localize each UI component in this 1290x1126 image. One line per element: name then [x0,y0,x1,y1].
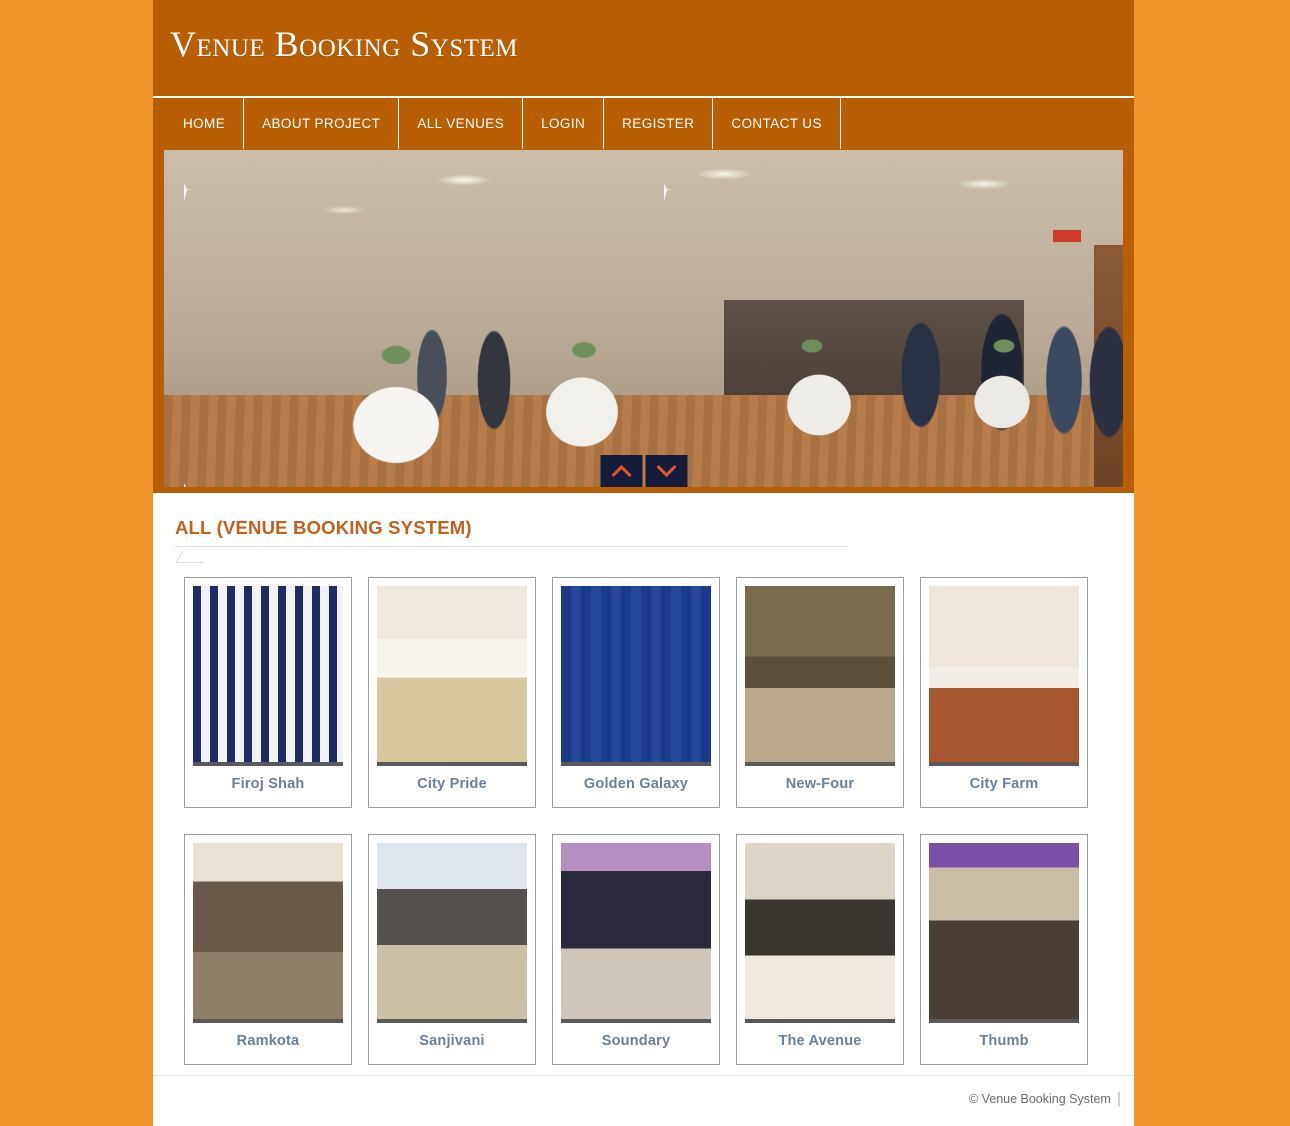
venue-thumbnail [193,843,343,1023]
venue-image [745,843,895,1019]
venue-image [929,843,1079,1019]
venue-card[interactable]: City Farm [920,577,1088,808]
venue-thumbnail [561,843,711,1023]
venue-card[interactable]: Sanjivani [368,834,536,1065]
venue-card[interactable]: Ramkota [184,834,352,1065]
venue-thumbnail [929,586,1079,766]
chevron-down-icon [656,465,676,477]
venue-thumbnail [561,586,711,766]
venue-image [561,586,711,762]
page-container: Venue Booking System HOME ABOUT PROJECT AL… [153,0,1134,1126]
venue-image [377,843,527,1019]
venue-name: Firoj Shah [231,776,305,792]
footer-copyright: © Venue Booking System [968,1092,1111,1106]
venue-name: The Avenue [778,1033,862,1049]
venue-name: Sanjivani [419,1033,485,1049]
hero-slide-image [164,150,1123,487]
venue-name: City Farm [969,776,1039,792]
venue-thumbnail [377,586,527,766]
venue-card[interactable]: The Avenue [736,834,904,1065]
section-notch [175,551,211,563]
nav-register[interactable]: REGISTER [603,98,712,149]
nav-about-project[interactable]: ABOUT PROJECT [243,98,398,149]
chevron-up-icon [611,465,631,477]
nav-home[interactable]: HOME [165,98,243,149]
carousel-next-button[interactable] [645,455,687,487]
venue-name: Soundary [601,1033,671,1049]
venue-thumbnail [745,843,895,1023]
venue-image [193,586,343,762]
carousel-prev-button[interactable] [600,455,642,487]
main-navigation: HOME ABOUT PROJECT ALL VENUES LOGIN REGISTER… [153,96,1134,149]
nav-contact-us[interactable]: CONTACT US [712,98,840,149]
nav-login[interactable]: LOGIN [522,98,603,149]
hero-carousel[interactable] [164,150,1123,487]
venue-card[interactable]: City Pride [368,577,536,808]
venue-thumbnail [745,586,895,766]
venue-image [929,586,1079,762]
footer-separator: | [1116,1090,1121,1107]
venue-name: Ramkota [236,1033,300,1049]
site-footer: © Venue Booking System | [153,1075,1134,1126]
venue-thumbnail [929,843,1079,1023]
hero-carousel-wrapper [153,149,1134,493]
venue-grid: Firoj Shah City Pride Golden Galaxy New-Fou… [175,577,1112,1065]
venue-card[interactable]: Soundary [552,834,720,1065]
venue-image [377,586,527,762]
carousel-controls [600,455,687,487]
venue-name: Thumb [979,1033,1029,1049]
page-title: Venue Booking System [170,24,519,64]
venue-image [745,586,895,762]
venue-name: Golden Galaxy [583,776,689,792]
nav-all-venues[interactable]: ALL VENUES [398,98,522,149]
site-header: Venue Booking System [153,0,1134,96]
venue-thumbnail [193,586,343,766]
venue-card[interactable]: New-Four [736,577,904,808]
venue-card[interactable]: Firoj Shah [184,577,352,808]
venue-name: New-Four [785,776,855,792]
section-title: ALL (VENUE BOOKING SYSTEM) [175,517,472,538]
section-divider [175,546,848,547]
section-header: ALL (VENUE BOOKING SYSTEM) [175,517,1112,563]
venue-image [561,843,711,1019]
venue-thumbnail [377,843,527,1023]
venue-card[interactable]: Thumb [920,834,1088,1065]
nav-items-container: HOME ABOUT PROJECT ALL VENUES LOGIN REGISTER… [165,98,841,149]
venue-card[interactable]: Golden Galaxy [552,577,720,808]
venue-image [193,843,343,1019]
main-content: ALL (VENUE BOOKING SYSTEM) Firoj Shah Cit… [153,493,1134,1075]
venue-name: City Pride [417,776,487,792]
